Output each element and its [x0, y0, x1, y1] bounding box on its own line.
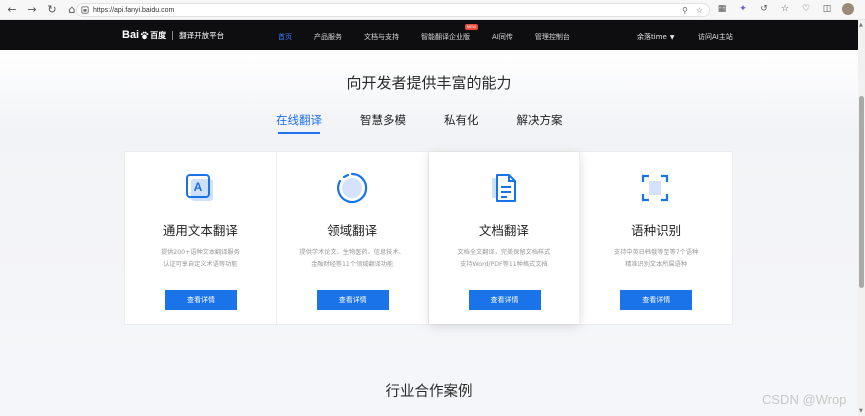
- address-bar[interactable]: https://api.fanyi.baidu.com ⚲ ☆: [76, 3, 710, 17]
- url-text: https://api.fanyi.baidu.com: [93, 6, 175, 14]
- tab-online-translate[interactable]: 在线翻译: [276, 112, 322, 134]
- card-description: 提供学术论文、生物医药、信息技术、 金融财经等11个领域翻译功能: [299, 249, 405, 268]
- card-document-translate[interactable]: 文档翻译 文档全文翻译，完美保留文档样式 支持Word/PDF等11种格式文档 …: [429, 152, 581, 324]
- favorites-icon[interactable]: ☆: [779, 3, 791, 15]
- scan-frame-icon: [642, 174, 669, 202]
- bookmark-star-icon[interactable]: ☆: [696, 6, 703, 15]
- platform-name: 翻译开放平台: [179, 30, 225, 40]
- refresh-extension-icon[interactable]: ↺: [758, 3, 770, 15]
- nav-enterprise-label: 智能翻译企业版: [421, 33, 470, 41]
- nav-ai-interpret[interactable]: AI同传: [492, 32, 513, 42]
- card-title: 通用文本翻译: [162, 223, 238, 238]
- nav-docs[interactable]: 文档与支持: [364, 32, 399, 42]
- capability-tabs: 在线翻译 智慧多模 私有化 解决方案: [276, 112, 601, 134]
- card-title: 语种识别: [631, 223, 682, 238]
- capabilities-title: 向开发者提供丰富的能力: [346, 74, 512, 92]
- nav-products[interactable]: 产品服务: [314, 32, 342, 42]
- new-badge: NEW: [464, 24, 478, 30]
- feature-cards: A 通用文本翻译 提供200+语种文本翻译服务 认证可享自定义术语等功能 查看详…: [124, 151, 733, 325]
- card-language-detect[interactable]: 语种识别 支持中英日韩俄等至等7个语种 精准识别文本所属语种 查看详情: [580, 152, 732, 324]
- caret-down-icon: ▼: [669, 34, 675, 41]
- nav-enterprise[interactable]: 智能翻译企业版 NEW: [421, 24, 478, 42]
- heart-icon[interactable]: ♡: [800, 3, 812, 15]
- text-translate-icon: A: [186, 174, 213, 201]
- view-details-button[interactable]: 查看详情: [316, 290, 389, 310]
- view-details-button[interactable]: 查看详情: [165, 290, 237, 310]
- tab-solutions[interactable]: 解决方案: [517, 112, 563, 133]
- document-icon: [491, 174, 516, 202]
- baidu-logo[interactable]: Bai 百度 翻译开放平台: [122, 29, 224, 41]
- main-nav: 首页 产品服务 文档与支持 智能翻译企业版 NEW AI同传 管理控制台: [278, 24, 592, 42]
- tab-smart-multimodal[interactable]: 智慧多模: [360, 112, 406, 133]
- profile-avatar[interactable]: [842, 3, 854, 15]
- visit-ai-link[interactable]: 访问AI主站: [698, 32, 733, 42]
- browser-toolbar: ← → ↻ ⌂ https://api.fanyi.baidu.com ⚲ ☆ …: [0, 0, 865, 20]
- extension-icon[interactable]: ▦: [716, 3, 728, 15]
- watermark: CSDN @Wrop: [762, 392, 847, 407]
- user-menu[interactable]: 余落time ▼: [637, 32, 674, 42]
- site-info-icon[interactable]: [81, 6, 89, 14]
- site-header: Bai 百度 翻译开放平台 首页 产品服务 文档与支持 智能翻译企业版 NEW …: [0, 20, 858, 50]
- nav-console[interactable]: 管理控制台: [535, 32, 570, 42]
- scroll-thumb[interactable]: [859, 96, 864, 288]
- collections-icon[interactable]: ◫: [821, 3, 833, 15]
- baidu-paw-icon: [140, 31, 149, 39]
- tab-private[interactable]: 私有化: [444, 112, 479, 133]
- scroll-down-icon[interactable]: ▼: [859, 408, 863, 414]
- card-description: 提供200+语种文本翻译服务 认证可享自定义术语等功能: [160, 249, 240, 268]
- card-title: 文档翻译: [478, 223, 529, 238]
- nav-home[interactable]: 首页: [278, 32, 292, 42]
- view-details-button[interactable]: 查看详情: [468, 290, 541, 310]
- card-title: 领域翻译: [327, 223, 378, 238]
- username: 余落time: [637, 33, 667, 41]
- card-text-translate[interactable]: A 通用文本翻译 提供200+语种文本翻译服务 认证可享自定义术语等功能 查看详…: [125, 152, 277, 324]
- copilot-icon[interactable]: ✦: [737, 3, 749, 15]
- reload-icon[interactable]: ↻: [44, 2, 60, 18]
- key-icon[interactable]: ⚲: [682, 6, 688, 15]
- industry-cases-title: 行业合作案例: [385, 384, 473, 400]
- forward-icon[interactable]: →: [24, 2, 40, 18]
- scroll-up-icon[interactable]: ▲: [859, 22, 863, 28]
- page-scrollbar[interactable]: ▲ ▼: [858, 20, 865, 416]
- main-content: 向开发者提供丰富的能力 在线翻译 智慧多模 私有化 解决方案 A 通用文本翻译 …: [0, 50, 858, 416]
- card-description: 文档全文翻译，完美保留文档样式 支持Word/PDF等11种格式文档: [457, 249, 551, 268]
- svg-text:A: A: [194, 180, 203, 194]
- view-details-button[interactable]: 查看详情: [620, 290, 693, 310]
- back-icon[interactable]: ←: [4, 2, 20, 18]
- domain-circle-icon: [336, 172, 367, 204]
- card-description: 支持中英日韩俄等至等7个语种 精准识别文本所属语种: [613, 249, 699, 268]
- card-domain-translate[interactable]: 领域翻译 提供学术论文、生物医药、信息技术、 金融财经等11个领域翻译功能 查看…: [277, 152, 429, 324]
